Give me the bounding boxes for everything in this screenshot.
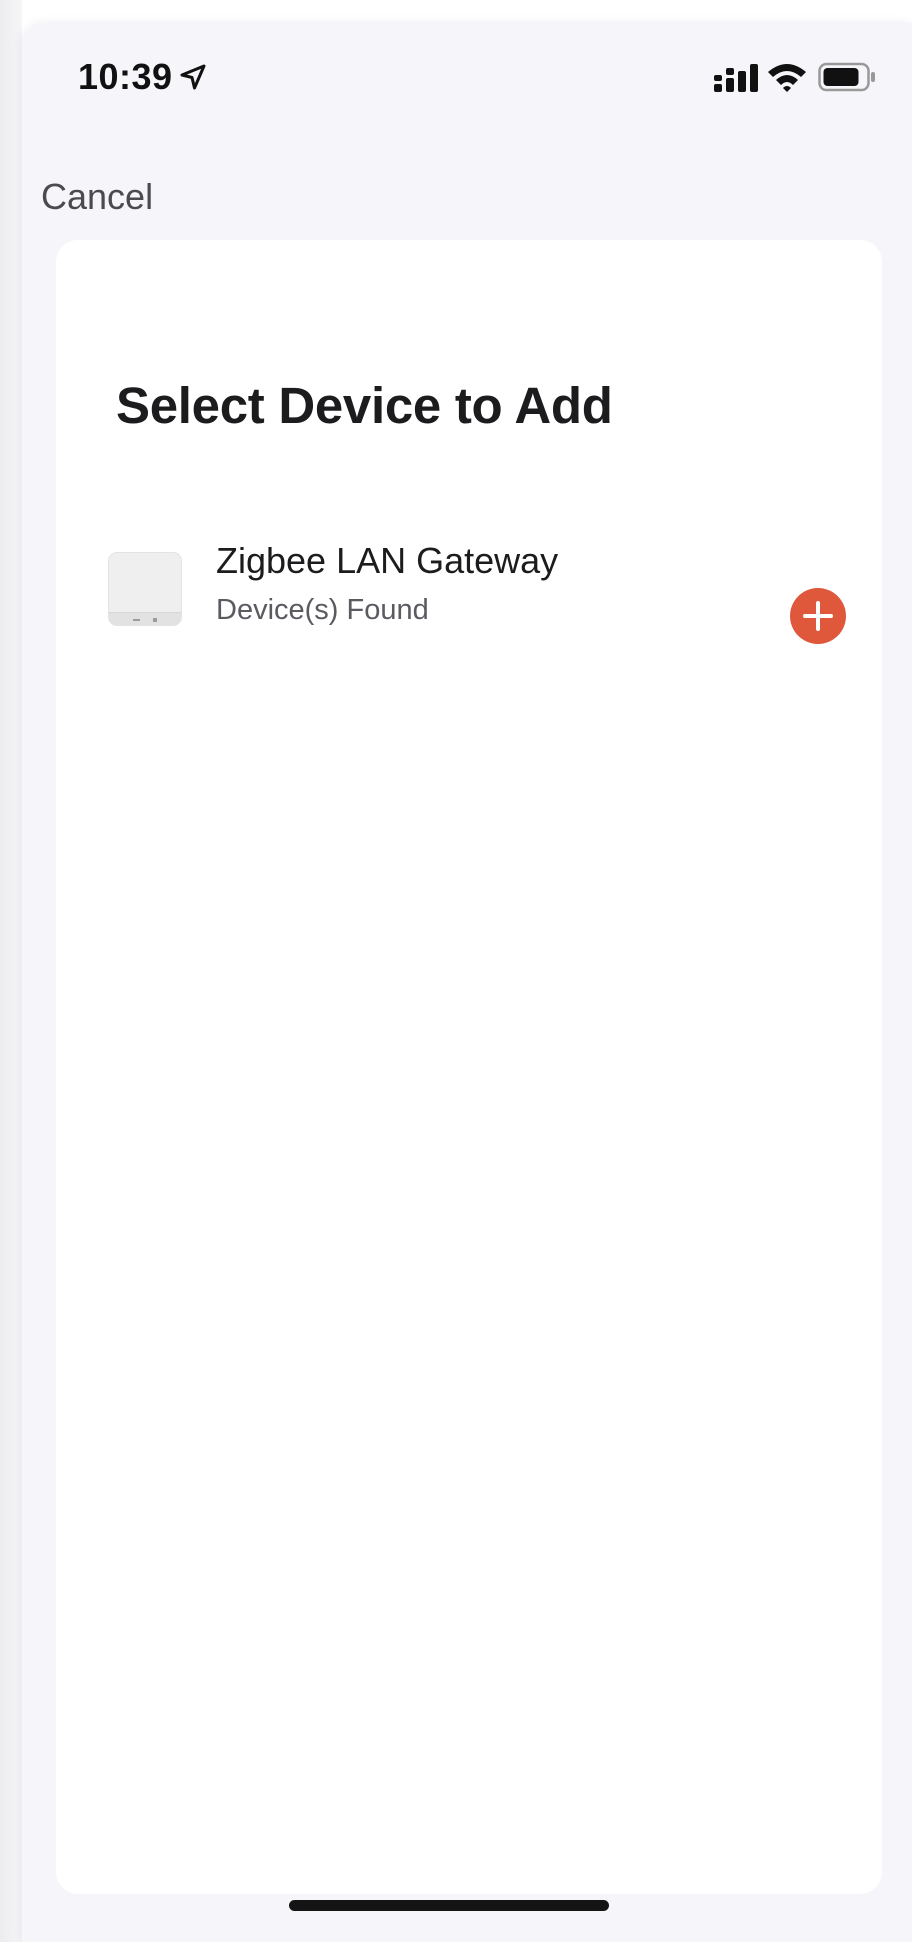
add-circle-icon [803,601,833,631]
device-status: Device(s) Found [216,594,429,626]
device-name: Zigbee LAN Gateway [216,540,559,581]
cancel-button[interactable]: Cancel [41,176,153,218]
location-arrow-icon [180,64,206,90]
screen: 10:39 Cancel Select Device to Add Zigbee… [22,22,912,1942]
home-indicator[interactable] [289,1900,609,1911]
wifi-icon [768,64,806,92]
cellular-signal-icon [714,64,758,92]
status-bar: 10:39 [22,22,912,122]
modal-edge-shadow [0,0,22,1942]
page-title: Select Device to Add [116,377,613,434]
battery-icon [818,62,875,92]
device-list-item[interactable]: Zigbee LAN Gateway Device(s) Found [108,540,852,652]
zigbee-gateway-icon [108,552,182,626]
add-device-button[interactable] [790,588,846,644]
device-list-card: Select Device to Add Zigbee LAN Gateway … [56,240,882,1894]
status-time: 10:39 [78,56,173,97]
